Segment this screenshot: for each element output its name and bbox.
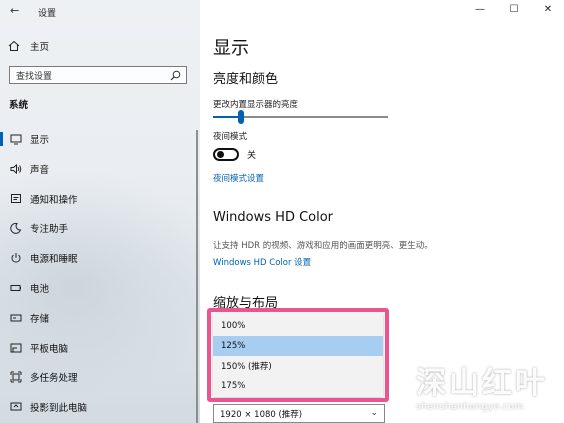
scale-option-125[interactable]: 125% xyxy=(213,336,383,356)
page-title: 显示 xyxy=(213,38,249,59)
sidebar-item-label: 专注助手 xyxy=(30,224,69,235)
section-label-system: 系统 xyxy=(9,100,29,111)
sidebar-item-label: 投影到此电脑 xyxy=(30,403,88,414)
brightness-slider-fill xyxy=(213,116,241,118)
resolution-value: 1920 × 1080 (推荐) xyxy=(220,409,303,420)
hd-color-title: Windows HD Color xyxy=(213,210,334,225)
storage-icon xyxy=(10,312,22,324)
brightness-section-title: 亮度和颜色 xyxy=(213,72,279,87)
watermark-divider xyxy=(412,398,562,399)
app-title: 设置 xyxy=(38,9,57,19)
night-mode-label: 夜间模式 xyxy=(213,132,248,142)
watermark-title: 深山红叶 xyxy=(416,366,548,401)
sidebar-item-notifications[interactable]: 通知和操作 xyxy=(0,190,196,208)
sidebar-item-project[interactable]: 投影到此电脑 xyxy=(0,398,196,416)
sidebar-item-label: 平板电脑 xyxy=(30,344,69,355)
night-mode-settings-link[interactable]: 夜间模式设置 xyxy=(213,172,264,184)
sidebar-item-battery[interactable]: 电池 xyxy=(0,279,196,297)
home-icon xyxy=(8,40,20,51)
close-button[interactable]: ✕ xyxy=(542,4,554,15)
brightness-slider-thumb[interactable] xyxy=(238,110,244,124)
hd-color-settings-link[interactable]: Windows HD Color 设置 xyxy=(213,256,311,268)
sidebar-item-focus-assist[interactable]: 专注助手 xyxy=(0,219,196,237)
sidebar-item-label: 通知和操作 xyxy=(30,195,78,206)
night-mode-toggle[interactable] xyxy=(213,148,239,161)
battery-icon xyxy=(10,282,22,294)
project-icon xyxy=(10,401,22,413)
hd-color-description: 让支持 HDR 的视频、游戏和应用的画面更明亮、更生动。 xyxy=(213,241,433,251)
watermark-logo: 深山红叶 shenshanhongye.com xyxy=(412,358,562,418)
window-controls: — ☐ ✕ xyxy=(474,4,554,15)
chevron-down-icon: ⌄ xyxy=(370,408,378,418)
home-label: 主页 xyxy=(30,42,50,53)
monitor-icon xyxy=(10,133,22,145)
sidebar-item-label: 电池 xyxy=(30,284,50,295)
sidebar-item-multitasking[interactable]: 多任务处理 xyxy=(0,368,196,386)
sidebar: ← 设置 主页 查找设置 系统 显示 声音 通知和操作 专注助手 电源和睡眠 电… xyxy=(0,0,200,423)
speaker-icon xyxy=(10,163,22,175)
sidebar-item-display[interactable]: 显示 xyxy=(0,130,196,148)
sidebar-item-tablet[interactable]: 平板电脑 xyxy=(0,339,196,357)
tablet-icon xyxy=(10,342,22,354)
watermark-url: shenshanhongye.com xyxy=(416,402,524,412)
sidebar-item-sound[interactable]: 声音 xyxy=(0,160,196,178)
search-input[interactable]: 查找设置 xyxy=(9,66,187,84)
back-arrow-icon[interactable]: ← xyxy=(10,4,19,17)
night-mode-state: 关 xyxy=(247,151,257,161)
sidebar-item-label: 多任务处理 xyxy=(30,373,78,384)
sidebar-item-label: 存储 xyxy=(30,314,50,325)
brightness-label: 更改内置显示器的亮度 xyxy=(213,100,299,110)
scale-section-title: 缩放与布局 xyxy=(213,296,279,311)
scale-option-100[interactable]: 100% xyxy=(213,316,383,336)
notification-icon xyxy=(10,193,22,205)
search-icon[interactable] xyxy=(170,70,181,81)
power-icon xyxy=(10,252,22,264)
sidebar-item-label: 声音 xyxy=(30,165,50,176)
scale-option-175[interactable]: 175% xyxy=(213,376,383,396)
sidebar-item-power[interactable]: 电源和睡眠 xyxy=(0,249,196,267)
sidebar-item-label: 显示 xyxy=(30,135,50,146)
resolution-select[interactable]: 1920 × 1080 (推荐) ⌄ xyxy=(213,404,385,423)
search-placeholder: 查找设置 xyxy=(16,71,53,82)
sidebar-item-home[interactable]: 主页 xyxy=(8,38,49,54)
multitask-icon xyxy=(10,371,22,383)
toggle-knob xyxy=(217,151,224,158)
sidebar-scrollbar[interactable] xyxy=(196,130,198,423)
scale-option-150[interactable]: 150% (推荐) xyxy=(213,356,383,376)
moon-icon xyxy=(10,222,22,234)
minimize-button[interactable]: — xyxy=(474,4,486,15)
sidebar-item-label: 电源和睡眠 xyxy=(30,254,78,265)
sidebar-item-storage[interactable]: 存储 xyxy=(0,309,196,327)
scale-dropdown-list: 100% 125% 150% (推荐) 175% xyxy=(213,313,383,397)
maximize-button[interactable]: ☐ xyxy=(508,4,520,15)
